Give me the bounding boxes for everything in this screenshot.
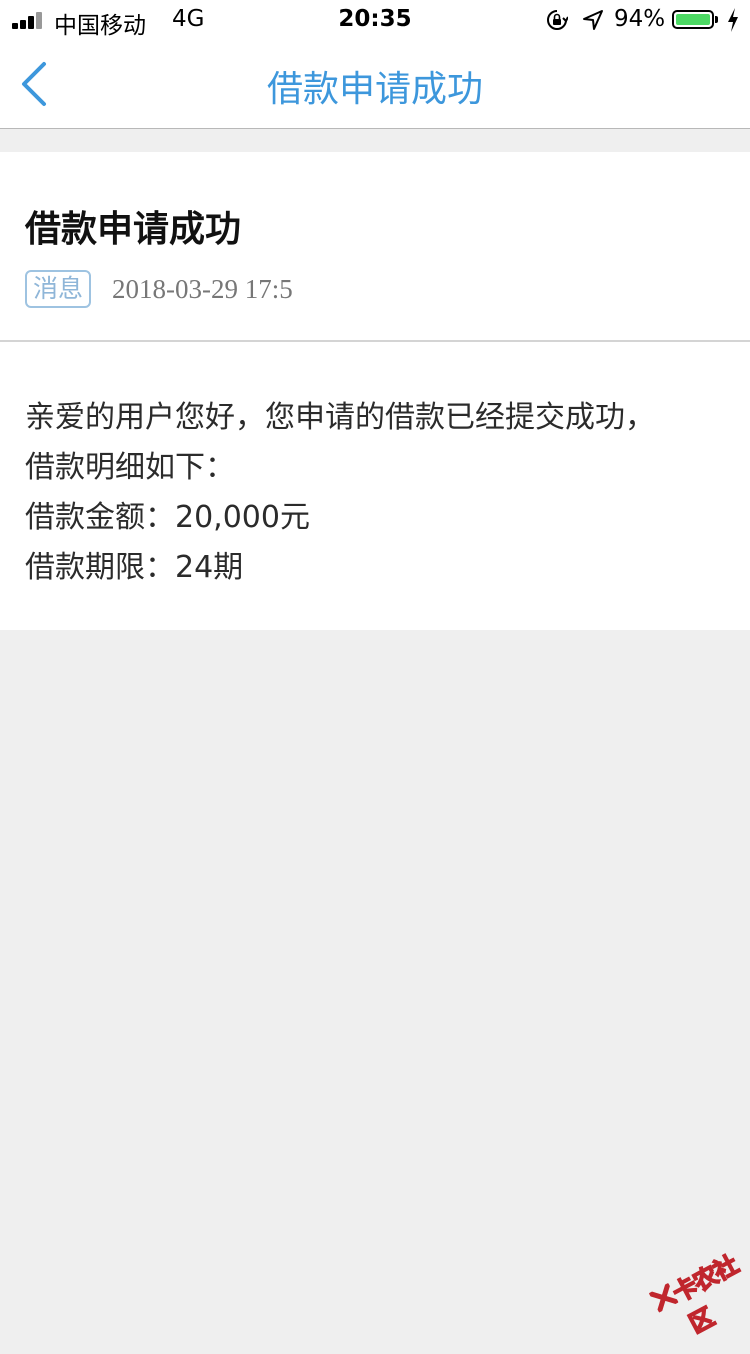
battery-percent: 94%: [614, 6, 666, 32]
battery-fill: [676, 14, 710, 25]
orientation-lock-icon: [547, 10, 568, 30]
status-bar: 中国移动 4G 20:35 94%: [0, 0, 750, 40]
nav-title: 借款申请成功: [266, 69, 483, 110]
message-tag: 消息: [25, 270, 91, 308]
loan-term-line: 借款期限：24期: [25, 550, 244, 585]
battery-icon: [672, 10, 714, 29]
charging-icon: [728, 8, 738, 32]
watermark: 卡农社区: [628, 1219, 750, 1341]
divider: [0, 340, 750, 342]
message-datetime: 2018-03-29 17:5: [112, 274, 293, 304]
nav-bar: 借款申请成功: [0, 40, 750, 129]
loan-amount-line: 借款金额：20,000元: [25, 500, 310, 535]
message-body-line: 亲爱的用户您好，您申请的借款已经提交成功，: [25, 400, 655, 435]
message-title: 借款申请成功: [25, 209, 242, 250]
battery-tip: [715, 16, 718, 23]
location-icon: [583, 10, 603, 30]
watermark-text: 卡农社区: [667, 1250, 743, 1340]
message-body-line: 借款明细如下：: [25, 450, 235, 485]
message-card: 借款申请成功 消息 2018-03-29 17:5 亲爱的用户您好，您申请的借款…: [0, 152, 750, 630]
